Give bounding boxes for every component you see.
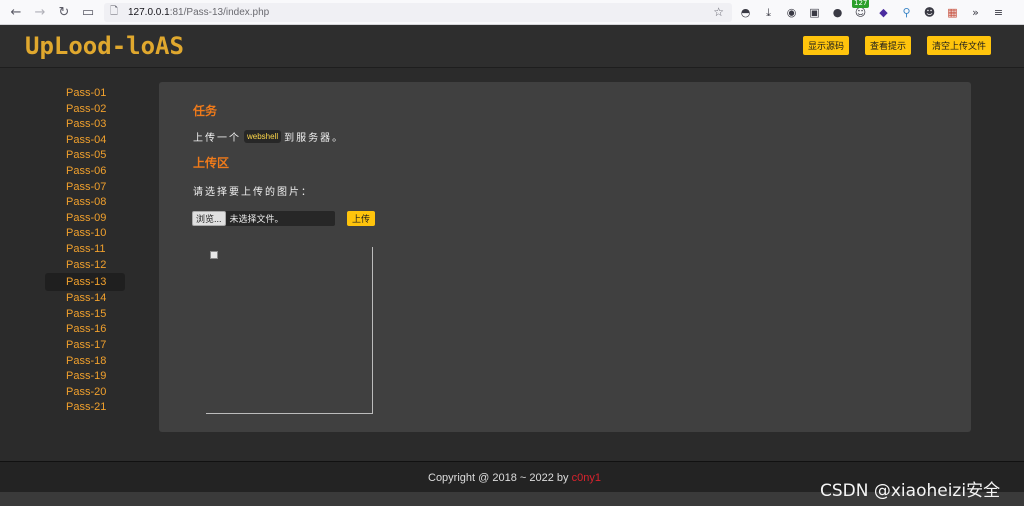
sidebar-item-pass-08[interactable]: Pass-08 bbox=[45, 195, 125, 211]
author-link[interactable]: c0ny1 bbox=[572, 472, 601, 484]
upload-button[interactable]: 上传 bbox=[347, 211, 376, 226]
url-text: 127.0.0.1:81/Pass-13/index.php bbox=[128, 7, 269, 18]
extensions-bar: ◓ ⤓ ◉ ▣ ● ☺ 127 ◆ ⚲ ☻ ▦ » ≡ bbox=[736, 0, 1008, 22]
task-suffix: 到服务器。 bbox=[284, 133, 345, 144]
extension-badge-icon[interactable]: ☺ 127 bbox=[851, 0, 870, 22]
sidebar-item-pass-16[interactable]: Pass-16 bbox=[45, 322, 125, 338]
sidebar-item-pass-06[interactable]: Pass-06 bbox=[45, 164, 125, 180]
sidebar-item-pass-17[interactable]: Pass-17 bbox=[45, 338, 125, 354]
task-prefix: 上传一个 bbox=[193, 133, 241, 144]
file-input[interactable]: 浏览... 未选择文件。 bbox=[192, 211, 335, 226]
sidebar-item-pass-15[interactable]: Pass-15 bbox=[45, 307, 125, 323]
back-arrow-icon[interactable]: ← bbox=[6, 2, 26, 22]
sidebar-item-pass-11[interactable]: Pass-11 bbox=[45, 242, 125, 258]
extension-circle-icon[interactable]: ● bbox=[828, 3, 847, 22]
browse-button[interactable]: 浏览... bbox=[192, 211, 226, 226]
show-source-button[interactable]: 显示源码 bbox=[803, 36, 850, 55]
clear-uploads-button[interactable]: 清空上传文件 bbox=[927, 36, 992, 55]
sidebar-item-pass-09[interactable]: Pass-09 bbox=[45, 211, 125, 227]
forward-arrow-icon[interactable]: → bbox=[30, 2, 50, 22]
webshell-code: webshell bbox=[244, 130, 282, 143]
overflow-chevron-icon[interactable]: » bbox=[966, 3, 985, 22]
page-info-icon[interactable]: 🗋 bbox=[110, 4, 124, 21]
sidebar-item-pass-07[interactable]: Pass-07 bbox=[45, 180, 125, 196]
sidebar-item-pass-14[interactable]: Pass-14 bbox=[45, 291, 125, 307]
url-bar[interactable]: 🗋 127.0.0.1:81/Pass-13/index.php ☆ bbox=[104, 3, 732, 22]
url-path: :81/Pass-13/index.php bbox=[169, 7, 270, 18]
sidebar-item-pass-02[interactable]: Pass-02 bbox=[45, 102, 125, 118]
download-icon[interactable]: ⤓ bbox=[759, 3, 778, 22]
sidebar-item-pass-21[interactable]: Pass-21 bbox=[45, 400, 125, 416]
image-preview bbox=[206, 247, 373, 414]
bookmark-star-icon[interactable]: ☆ bbox=[713, 5, 724, 19]
extension-z-icon[interactable]: ▦ bbox=[943, 3, 962, 22]
watermark: CSDN @xiaoheizi安全 bbox=[820, 481, 1001, 501]
sidebar-item-pass-13[interactable]: Pass-13 bbox=[45, 273, 125, 292]
sidebar-item-pass-05[interactable]: Pass-05 bbox=[45, 148, 125, 164]
sidebar-item-pass-03[interactable]: Pass-03 bbox=[45, 117, 125, 133]
extension-diamond-icon[interactable]: ◆ bbox=[874, 3, 893, 22]
no-file-label: 未选择文件。 bbox=[229, 214, 284, 224]
reader-view-icon[interactable]: ▭ bbox=[78, 2, 98, 22]
sidebar-item-pass-19[interactable]: Pass-19 bbox=[45, 369, 125, 385]
extension-box-icon[interactable]: ▣ bbox=[805, 3, 824, 22]
screenshot-camera-icon[interactable]: ◉ bbox=[782, 3, 801, 22]
sidebar-item-pass-20[interactable]: Pass-20 bbox=[45, 385, 125, 401]
sidebar-item-pass-04[interactable]: Pass-04 bbox=[45, 133, 125, 149]
extension-pin-icon[interactable]: ⚲ bbox=[897, 3, 916, 22]
level-sidebar: Pass-01 Pass-02 Pass-03 Pass-04 Pass-05 Pass-… bbox=[45, 86, 125, 416]
sidebar-item-pass-12[interactable]: Pass-12 bbox=[45, 258, 125, 274]
upload-heading: 上传区 bbox=[193, 156, 230, 170]
copyright-text: Copyright @ 2018 ~ 2022 by c0ny1 bbox=[428, 472, 601, 484]
extension-face-icon[interactable]: ☻ bbox=[920, 3, 939, 22]
extension-wave-icon[interactable]: ◓ bbox=[736, 3, 755, 22]
task-description: 上传一个 webshell 到服务器。 bbox=[193, 129, 344, 144]
choose-image-label: 请选择要上传的图片： bbox=[193, 187, 313, 198]
main-panel: 任务 上传一个 webshell 到服务器。 上传区 请选择要上传的图片： 浏览… bbox=[159, 82, 971, 432]
menu-hamburger-icon[interactable]: ≡ bbox=[989, 3, 1008, 22]
extension-badge-count: 127 bbox=[852, 0, 870, 8]
reload-icon[interactable]: ↻ bbox=[54, 2, 74, 22]
site-header: UpLood-loAS 显示源码 查看提示 清空上传文件 bbox=[0, 25, 1024, 68]
site-logo[interactable]: UpLood-loAS bbox=[25, 32, 184, 60]
sidebar-item-pass-01[interactable]: Pass-01 bbox=[45, 86, 125, 102]
view-hint-button[interactable]: 查看提示 bbox=[865, 36, 912, 55]
task-heading: 任务 bbox=[193, 104, 218, 118]
broken-image-icon bbox=[210, 251, 218, 259]
sidebar-item-pass-10[interactable]: Pass-10 bbox=[45, 226, 125, 242]
url-host: 127.0.0.1 bbox=[128, 7, 170, 18]
copyright-prefix: Copyright @ 2018 ~ 2022 by bbox=[428, 472, 572, 484]
browser-toolbar: ← → ↻ ▭ 🗋 127.0.0.1:81/Pass-13/index.php… bbox=[0, 0, 1024, 25]
sidebar-item-pass-18[interactable]: Pass-18 bbox=[45, 354, 125, 370]
